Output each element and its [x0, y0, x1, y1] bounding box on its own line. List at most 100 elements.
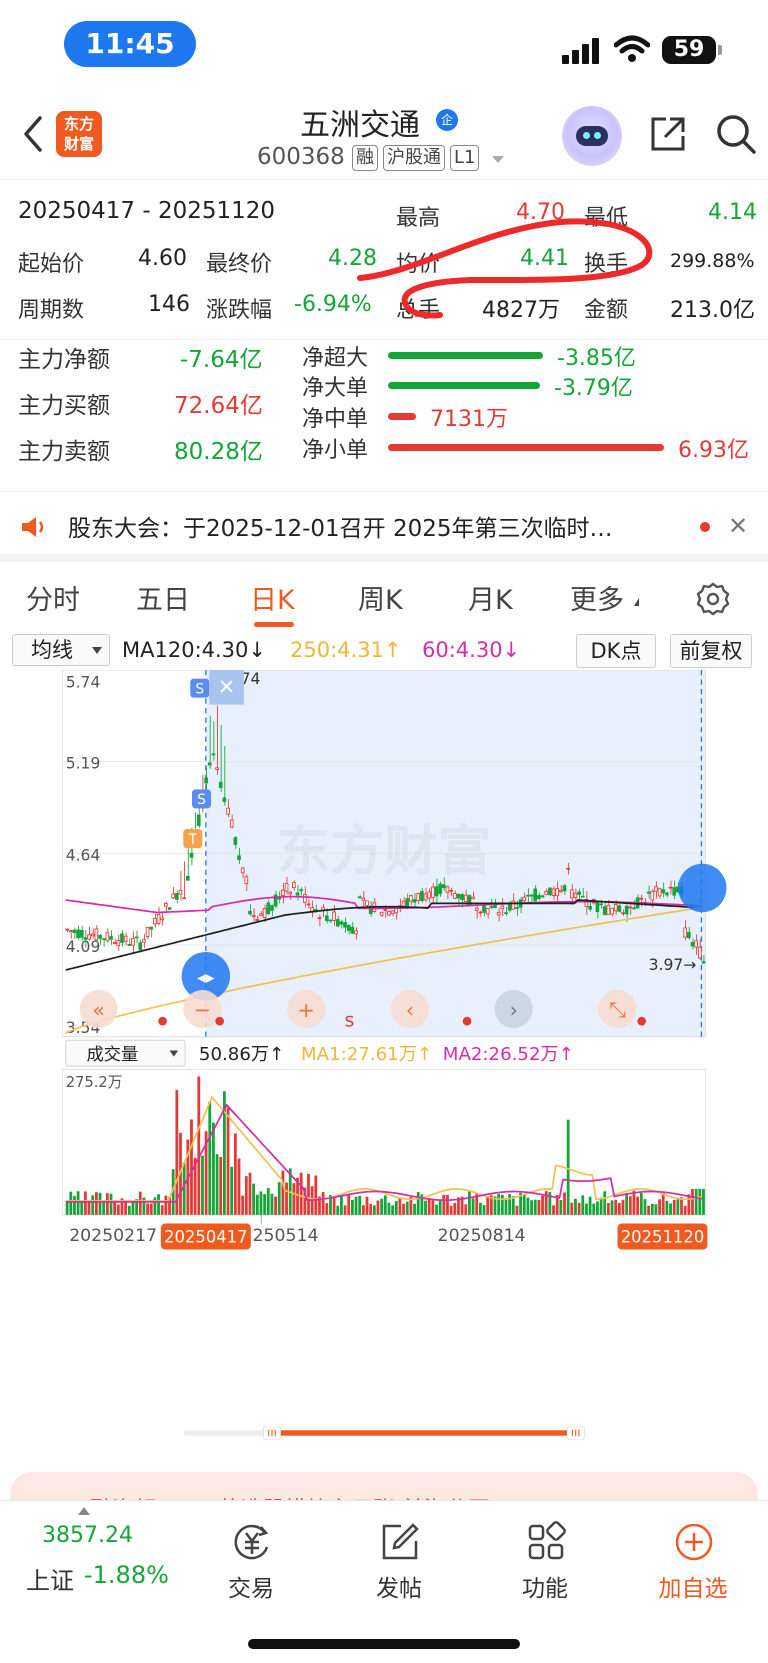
volume-bar: [219, 1156, 223, 1215]
candle: [489, 906, 494, 908]
volume-bar: [94, 1192, 98, 1215]
fund-row-bar: [388, 382, 540, 389]
nav-trade[interactable]: 交易: [176, 1501, 326, 1611]
volume-bar: [285, 1182, 288, 1215]
candle: [317, 917, 322, 920]
candle: [142, 939, 146, 943]
candle: [456, 893, 461, 899]
ai-assistant-icon[interactable]: [562, 106, 622, 166]
fund-row-label: 净超大: [302, 346, 369, 371]
candle: [145, 926, 150, 937]
indicator-select[interactable]: 均线: [12, 634, 110, 666]
index-name: 上证: [26, 1567, 74, 1595]
candle: [602, 906, 607, 915]
candle: [452, 893, 457, 899]
candle: [87, 934, 91, 940]
candle: [94, 928, 99, 941]
volume-bar: [486, 1197, 490, 1215]
volume-bar: [398, 1198, 402, 1215]
candle: [566, 867, 570, 870]
volume-bar: [427, 1198, 431, 1215]
range-handle-right[interactable]: [678, 863, 727, 913]
volume-bar: [208, 1101, 212, 1215]
tab-monthly-k[interactable]: 月K: [468, 578, 513, 617]
volume-bar: [599, 1197, 603, 1215]
candle: [229, 819, 234, 828]
volume-bar: [533, 1199, 537, 1215]
candle: [310, 907, 314, 912]
close-icon[interactable]: ✕: [728, 514, 748, 538]
candle: [204, 777, 208, 784]
gear-icon[interactable]: [696, 582, 730, 616]
volume-bar: [435, 1204, 438, 1215]
volume-bar: [354, 1196, 358, 1215]
volume-axis-label: 275.2万: [66, 1074, 123, 1091]
candle: [431, 886, 435, 898]
share-icon[interactable]: [648, 114, 688, 154]
candle: [120, 933, 124, 943]
candle: [537, 895, 541, 899]
nav-add-watchlist[interactable]: 加自选: [618, 1501, 768, 1611]
range-slider[interactable]: [12, 1426, 756, 1440]
candle: [335, 919, 340, 927]
k-line-chart[interactable]: 东方财富5.745.194.644.093.543.97→←5.74S✕ST◂▸…: [0, 670, 768, 1310]
volume-bar: [698, 1188, 702, 1215]
announcement-text[interactable]: 股东大会：于2025-12-01召开 2025年第三次临时…: [68, 509, 668, 543]
volume-bar: [277, 1182, 281, 1215]
trade-icon: [234, 1524, 269, 1560]
volume-bar: [500, 1194, 504, 1215]
tab-intraday[interactable]: 分时: [26, 578, 80, 617]
volume-bar: [577, 1202, 581, 1215]
candle: [617, 905, 622, 912]
speaker-icon: [22, 517, 44, 537]
candle: [409, 895, 413, 902]
volume-bar: [413, 1203, 416, 1215]
volume-bar: [526, 1197, 530, 1215]
candle: [160, 917, 165, 921]
volume-bar: [76, 1191, 80, 1215]
search-icon[interactable]: [714, 112, 758, 156]
candle: [65, 928, 69, 931]
ma-indicator-row: 均线 MA120:4.30↓ 250:4.31↑ 60:4.30↓ DK点 前复…: [0, 632, 768, 670]
volume-bar: [574, 1198, 577, 1215]
candle: [522, 896, 527, 901]
volume-bar: [131, 1201, 135, 1215]
volume-bar: [146, 1203, 149, 1215]
fund-row-bar: [388, 352, 543, 359]
tab-five-day[interactable]: 五日: [136, 578, 190, 617]
ma250-value: 250:4.31↑: [290, 638, 402, 662]
candle: [471, 896, 475, 900]
back-arrow-icon[interactable]: [18, 114, 50, 154]
volume-bar: [606, 1203, 610, 1215]
nav-functions[interactable]: 功能: [470, 1501, 620, 1611]
tab-weekly-k[interactable]: 周K: [358, 578, 403, 617]
candle: [621, 912, 625, 915]
candle: [164, 902, 168, 907]
candle: [295, 892, 300, 896]
volume-bar: [647, 1205, 651, 1215]
candle: [255, 919, 260, 921]
volume-bar: [314, 1175, 318, 1215]
forward-adjust-button[interactable]: 前复权: [670, 634, 752, 668]
volume-bar: [376, 1200, 380, 1215]
volume-bar: [676, 1199, 680, 1215]
dk-point-button[interactable]: DK点: [576, 634, 656, 668]
chevron-down-icon[interactable]: [492, 156, 504, 163]
candle: [149, 926, 154, 930]
candle: [379, 911, 384, 916]
stock-header: 东方 财富 五洲交通 企 600368 融 沪股通 L1: [0, 92, 768, 180]
tab-daily-k[interactable]: 日K: [250, 578, 295, 617]
tab-more[interactable]: 更多: [570, 578, 624, 617]
candle: [405, 898, 410, 907]
announcement-bar[interactable]: 股东大会：于2025-12-01召开 2025年第三次临时… ✕: [0, 492, 768, 562]
candle: [650, 890, 655, 901]
candle: [251, 915, 256, 918]
candle: [303, 894, 307, 903]
nav-post[interactable]: 发帖: [324, 1501, 474, 1611]
candle: [595, 902, 600, 912]
handwritten-circle-annotation: [357, 218, 653, 319]
candle: [529, 894, 534, 897]
index-ticker[interactable]: 3857.24 上证 -1.88%: [0, 1501, 180, 1611]
fund-row-label: 净小单: [302, 438, 369, 463]
volume-bar: [402, 1203, 405, 1215]
